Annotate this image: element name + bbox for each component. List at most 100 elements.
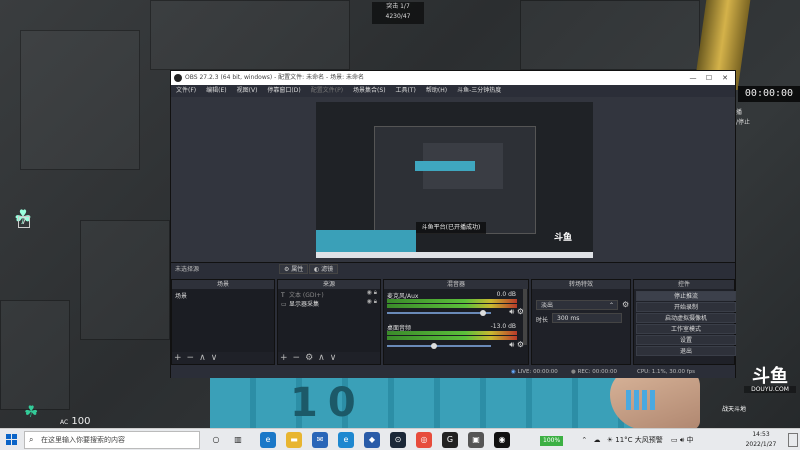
sources-title: 来源: [278, 280, 380, 289]
minimize-icon[interactable]: —: [685, 71, 701, 85]
transition-select[interactable]: 淡出 ⌃: [536, 300, 618, 310]
game-app-icon[interactable]: G: [442, 432, 458, 448]
mic-volume-slider[interactable]: [387, 312, 491, 314]
store-icon[interactable]: ◆: [364, 432, 380, 448]
menu-item[interactable]: 斗鱼-三分钟热度: [457, 87, 501, 94]
rec-icon: ●: [571, 369, 576, 375]
tray-app-icon[interactable]: ☁: [594, 436, 601, 444]
taskbar-search[interactable]: ⌕ 在这里输入你要搜索的内容: [24, 431, 200, 449]
search-placeholder: 在这里输入你要搜索的内容: [41, 436, 125, 444]
search-icon: ⌕: [29, 435, 34, 444]
tray-arrow-icon[interactable]: ⌃: [581, 436, 587, 444]
lock-icon[interactable]: 🔒︎: [374, 289, 377, 296]
task-view-icon[interactable]: ▥: [230, 432, 246, 448]
chevron-down-icon: ⌃: [608, 302, 614, 309]
source-item[interactable]: ▭ 显示器采集 ◉ 🔒︎: [278, 298, 380, 308]
player-avatar-icon: ☘: [24, 402, 39, 421]
weather-icon: ☀: [606, 436, 614, 444]
menu-item[interactable]: 帮助(H): [426, 87, 447, 94]
menu-item[interactable]: 配置文件(P): [311, 87, 343, 94]
nested-preview-floor: [415, 161, 475, 171]
transition-settings-icon[interactable]: ⚙: [622, 300, 629, 309]
control-button[interactable]: 启动虚拟摄像机: [636, 313, 736, 323]
add-source-button[interactable]: +: [280, 353, 288, 363]
eye-icon[interactable]: ◉: [367, 289, 372, 296]
desktop-volume-knob[interactable]: [430, 343, 437, 349]
obs-window[interactable]: OBS 27.2.3 (64 bit, windows) - 配置文件: 未命名…: [170, 70, 736, 378]
menu-item[interactable]: 文件(F): [176, 87, 196, 94]
mic-meter: [387, 299, 517, 303]
mic-meter: [387, 304, 517, 308]
system-tray: 100% ⌃ ☁ ☀ 11°C 大风预警 ▭ 🔊︎ 中: [540, 432, 694, 448]
taskbar-clock[interactable]: 14:53 2022/1/27: [736, 430, 786, 450]
move-up-button[interactable]: ∧: [199, 353, 206, 363]
player-nails: [626, 390, 656, 410]
douyu-user-label: 战天斗地: [722, 406, 747, 413]
edge-icon[interactable]: e: [260, 432, 276, 448]
menu-item[interactable]: 视图(V): [237, 87, 258, 94]
stream-status-toast: 斗鱼平台(已开播成功): [416, 222, 486, 234]
menu-item[interactable]: 停靠窗口(D): [267, 87, 300, 94]
stream-preview[interactable]: 斗鱼平台(已开播成功) 斗鱼: [316, 102, 593, 258]
steam-icon[interactable]: ⊙: [390, 432, 406, 448]
move-down-button[interactable]: ∨: [211, 353, 218, 363]
remove-source-button[interactable]: −: [293, 353, 301, 363]
mixer-panel: 混音器 麦克风/Aux 0.0 dB 🔊︎ ⚙ 桌面音频 -13.0 dB 🔊︎…: [383, 279, 529, 365]
remove-scene-button[interactable]: −: [187, 353, 195, 363]
volume-icon[interactable]: 🔊︎: [680, 436, 684, 444]
controls-title: 控件: [634, 280, 734, 289]
stream-timer: 00:00:00: [738, 86, 800, 102]
obs-logo-icon: [174, 74, 182, 82]
notification-icon[interactable]: [788, 433, 798, 447]
menu-item[interactable]: 场景集合(S): [353, 87, 386, 94]
add-scene-button[interactable]: +: [174, 353, 182, 363]
scene-item[interactable]: 场景: [172, 289, 274, 302]
battery-indicator[interactable]: 100%: [540, 436, 564, 446]
eye-icon[interactable]: ◉: [367, 298, 372, 305]
edge-legacy-icon[interactable]: e: [338, 432, 354, 448]
properties-button[interactable]: ⚙ 属性: [279, 264, 309, 274]
app-window-icon[interactable]: ▣: [468, 432, 484, 448]
control-button[interactable]: 开始录制: [636, 302, 736, 312]
menu-item[interactable]: 工具(T): [396, 87, 416, 94]
mail-icon[interactable]: ✉: [312, 432, 328, 448]
source-item[interactable]: T 文本 (GDI+) ◉ 🔒︎: [278, 289, 380, 299]
obs-titlebar[interactable]: OBS 27.2.3 (64 bit, windows) - 配置文件: 未命名…: [171, 71, 735, 85]
mic-volume-knob[interactable]: [479, 310, 486, 316]
ime-indicator[interactable]: 中: [687, 436, 694, 444]
duration-input[interactable]: 300 ms: [552, 313, 622, 323]
start-button[interactable]: [6, 434, 18, 446]
control-button[interactable]: 设置: [636, 335, 736, 345]
desktop-volume-slider[interactable]: [387, 345, 491, 347]
source-name: 显示器采集: [289, 301, 320, 308]
move-down-button[interactable]: ∨: [330, 353, 337, 363]
file-explorer-icon[interactable]: ▬: [286, 432, 302, 448]
move-up-button[interactable]: ∧: [318, 353, 325, 363]
maximize-icon[interactable]: ☐: [701, 71, 717, 85]
mixer-scrollbar[interactable]: [523, 289, 527, 345]
obs-taskbar-icon[interactable]: ◉: [494, 432, 510, 448]
rec-status: ● REC: 00:00:00: [571, 369, 618, 375]
live-icon: ◉: [511, 369, 516, 375]
lock-icon[interactable]: 🔒︎: [374, 298, 377, 305]
douyu-site-label: DOUYU.COM: [744, 386, 796, 393]
control-button[interactable]: 退出: [636, 346, 736, 356]
close-icon[interactable]: ✕: [717, 71, 733, 85]
filters-button[interactable]: ◐ 滤镜: [309, 264, 339, 274]
obs-statusbar: ◉ LIVE: 00:00:00 ● REC: 00:00:00 CPU: 1.…: [171, 367, 735, 378]
desktop-meter: [387, 336, 517, 340]
network-icon[interactable]: ▭: [671, 436, 678, 444]
ammo-hud: 突击 1/7 4230/47: [372, 2, 424, 24]
cortana-icon[interactable]: ○: [208, 432, 224, 448]
weather-text[interactable]: 11°C 大风预警: [615, 436, 663, 444]
source-settings-button[interactable]: ⚙: [305, 353, 313, 363]
chrome-icon[interactable]: ◎: [416, 432, 432, 448]
control-button[interactable]: 停止推流: [636, 291, 736, 301]
speaker-icon[interactable]: 🔊︎: [509, 307, 514, 316]
douyu-logo: 斗鱼: [752, 366, 788, 387]
control-button[interactable]: 工作室模式: [636, 324, 736, 334]
speaker-icon[interactable]: 🔊︎: [509, 340, 514, 349]
menu-item[interactable]: 编辑(E): [206, 87, 226, 94]
desktop-db: -13.0 dB: [490, 323, 516, 330]
sources-panel: 来源 T 文本 (GDI+) ◉ 🔒︎ ▭ 显示器采集 ◉ 🔒︎ + − ⚙ ∧ ∨: [277, 279, 381, 365]
